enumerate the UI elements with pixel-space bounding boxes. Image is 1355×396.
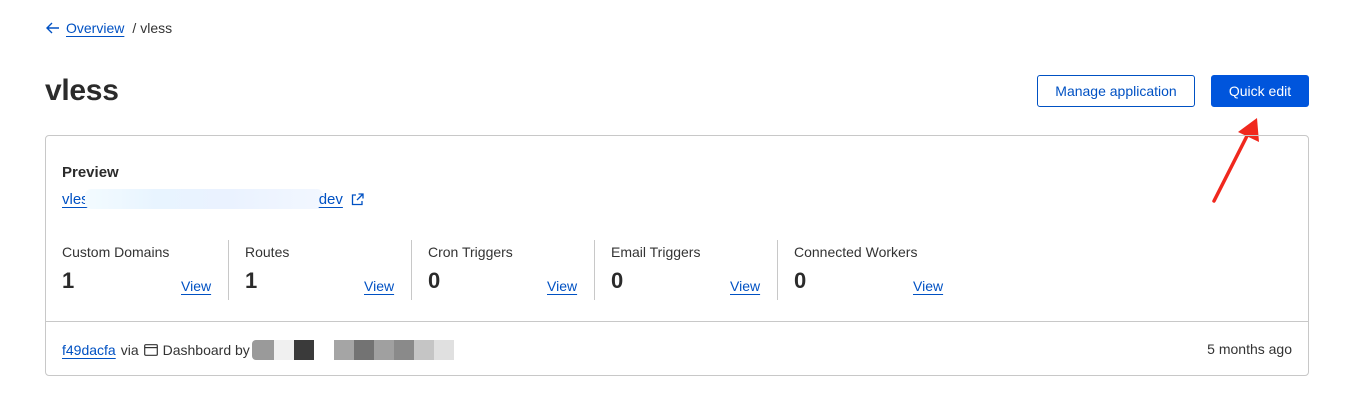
preview-url-link[interactable]: vles dev [62, 189, 364, 209]
stat-value: 0 [611, 268, 624, 293]
dashboard-icon [143, 344, 158, 356]
card-divider [46, 321, 1308, 322]
preview-url-suffix[interactable]: dev [319, 191, 343, 208]
stats-row: Custom Domains 1 View Routes 1 View Cron… [46, 240, 961, 300]
deployment-time: 5 months ago [1207, 341, 1292, 357]
stat-value: 0 [794, 268, 807, 293]
quick-edit-button[interactable]: Quick edit [1211, 75, 1309, 107]
breadcrumb-current: vless [140, 20, 173, 36]
redacted-region [84, 189, 323, 209]
stat-connected-workers: Connected Workers 0 View [778, 240, 961, 298]
stat-email-triggers: Email Triggers 0 View [595, 240, 778, 300]
stat-cron-triggers: Cron Triggers 0 View [412, 240, 595, 300]
external-link-icon[interactable] [351, 192, 364, 206]
deployment-footer: f49dacfa via Dashboard by 5 months ago [62, 338, 1292, 362]
redacted-author [251, 340, 454, 360]
stat-label: Connected Workers [794, 244, 918, 260]
view-custom-domains-link[interactable]: View [181, 278, 211, 294]
view-cron-triggers-link[interactable]: View [547, 278, 577, 294]
stat-routes: Routes 1 View [229, 240, 412, 300]
stat-label: Custom Domains [62, 244, 170, 260]
manage-application-button[interactable]: Manage application [1037, 75, 1195, 107]
breadcrumb-separator: / [132, 20, 137, 36]
via-text: via [120, 342, 139, 358]
stat-value: 0 [428, 268, 441, 293]
arrow-left-icon[interactable] [46, 22, 60, 34]
stat-value: 1 [62, 268, 75, 293]
breadcrumb-overview-link[interactable]: Overview [66, 20, 124, 36]
commit-hash-link[interactable]: f49dacfa [62, 342, 116, 358]
stat-label: Cron Triggers [428, 244, 513, 260]
view-connected-workers-link[interactable]: View [913, 278, 943, 294]
deployment-source: Dashboard by [162, 342, 250, 358]
breadcrumb: Overview / vless [46, 20, 172, 36]
stat-label: Email Triggers [611, 244, 701, 260]
page-title: vless [45, 74, 119, 107]
worker-summary-card: Preview vles dev Custom Domains 1 View R… [45, 135, 1309, 376]
stat-custom-domains: Custom Domains 1 View [46, 240, 229, 300]
preview-label: Preview [62, 164, 119, 181]
view-email-triggers-link[interactable]: View [730, 278, 760, 294]
stat-value: 1 [245, 268, 258, 293]
view-routes-link[interactable]: View [364, 278, 394, 294]
stat-label: Routes [245, 244, 290, 260]
